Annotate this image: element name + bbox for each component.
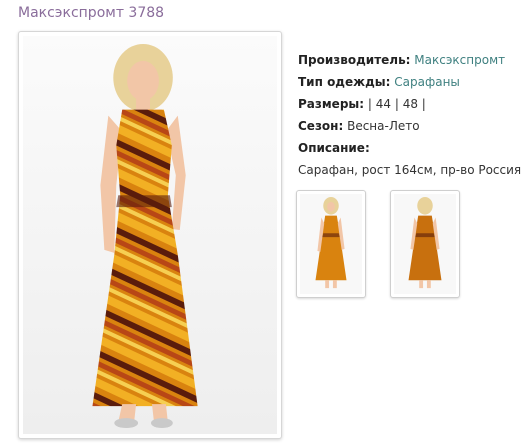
manufacturer-link[interactable]: Максэкспромт xyxy=(414,53,505,67)
product-title: Максэкспромт 3788 xyxy=(18,5,165,21)
clothing-type-link[interactable]: Сарафаны xyxy=(394,75,460,89)
description-label: Описание: xyxy=(298,141,370,155)
manufacturer-row: Производитель: Максэкспромт xyxy=(298,49,521,71)
description-row: Описание: xyxy=(298,137,521,159)
model-in-dress-image xyxy=(23,36,277,434)
description-text: Сарафан, рост 164см, пр-во Россия xyxy=(298,163,522,177)
season-value: Весна-Лето xyxy=(347,119,420,133)
sizes-row: Размеры: | 44 | 48 | xyxy=(298,93,521,115)
description-text-row: Сарафан, рост 164см, пр-во Россия xyxy=(298,159,521,181)
clothing-type-label: Тип одежды: xyxy=(298,75,391,89)
thumbnail-back[interactable] xyxy=(390,190,460,298)
thumbnail-front-image xyxy=(300,194,362,294)
thumbnail-front[interactable] xyxy=(296,190,366,298)
season-row: Сезон: Весна-Лето xyxy=(298,115,521,137)
product-details: Производитель: Максэкспромт Тип одежды: … xyxy=(298,49,521,181)
main-product-photo[interactable] xyxy=(18,31,282,439)
thumbnail-back-image xyxy=(394,194,456,294)
manufacturer-label: Производитель: xyxy=(298,53,411,67)
sizes-value: | 44 | 48 | xyxy=(367,97,426,111)
sizes-label: Размеры: xyxy=(298,97,365,111)
clothing-type-row: Тип одежды: Сарафаны xyxy=(298,71,521,93)
season-label: Сезон: xyxy=(298,119,344,133)
